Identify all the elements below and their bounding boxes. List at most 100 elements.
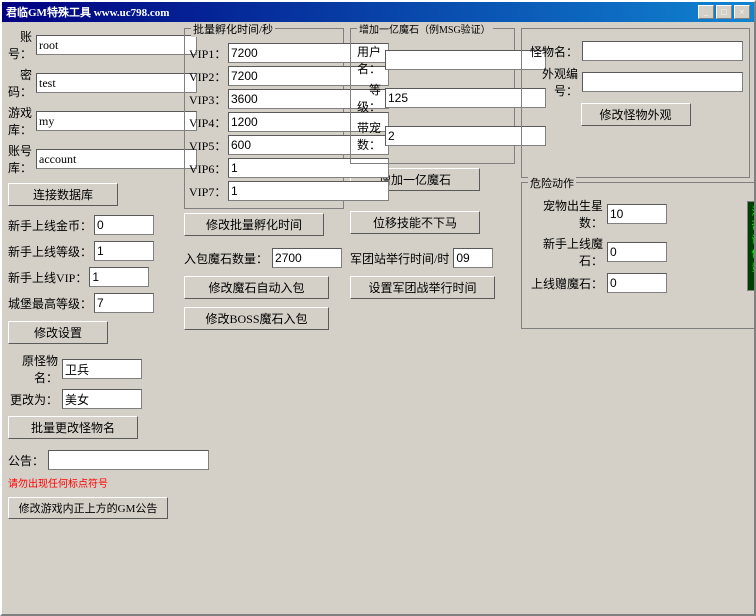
modify-announce-button[interactable]: 修改游戏内正上方的GM公告	[8, 497, 168, 519]
modify-settings-button[interactable]: 修改设置	[8, 321, 108, 344]
connect-button[interactable]: 连接数据库	[8, 183, 118, 206]
batch-monster-button[interactable]: 批量更改怪物名	[8, 416, 138, 439]
account-db-row: 账号库：	[8, 142, 178, 176]
max-castle-input[interactable]	[94, 293, 154, 313]
danger-group: 危险动作 宠物出生星数： 新手上线魔石： 上线赠魔石：	[521, 182, 754, 329]
monster-rename-section: 原怪物名： 更改为：	[8, 352, 178, 409]
change-to-input[interactable]	[62, 389, 142, 409]
account-db-input[interactable]	[36, 149, 197, 169]
right-middle-column: 增加一亿魔石（例MSG验证） 用户名： 等级： 带宠数： 增加一亿魔石 位移技能…	[350, 28, 515, 608]
army-time-label: 军团站举行时间/时	[350, 250, 449, 267]
game-db-label: 游戏库：	[8, 104, 32, 138]
window-controls: _ □ ×	[698, 5, 750, 19]
change-to-row: 更改为：	[8, 389, 178, 409]
middle-column: 批量孵化时间/秒 VIP1： VIP2： VIP3： VIP4：	[184, 28, 344, 608]
set-army-button[interactable]: 设置军团战举行时间	[350, 276, 495, 299]
hatch-group: 批量孵化时间/秒 VIP1： VIP2： VIP3： VIP4：	[184, 28, 344, 209]
title-bar: 君临GM特殊工具 www.uc798.com _ □ ×	[2, 2, 754, 22]
new-vip-label: 新手上线VIP：	[8, 269, 87, 286]
warning-box: 注意，修改以上设置前，请先使你的MSG是否发符合无限，MSG修改魔石是否需要验证…	[747, 201, 755, 291]
vip6-row: VIP6：	[189, 158, 339, 178]
new-vip-input[interactable]	[89, 267, 149, 287]
vip7-row: VIP7：	[189, 181, 339, 201]
magic-count-input[interactable]	[272, 248, 342, 268]
new-level-row: 新手上线等级：	[8, 241, 178, 261]
right-top-section: 怪物名： 外观编号： 修改怪物外观 广告 君临网络专业魔域私服一条龙，游戏架设服…	[521, 28, 754, 178]
left-column: 账号： 密码： 游戏库： 账号库： 连接数据库 新手上线金币： 新手上线等级	[8, 28, 178, 608]
vip4-row: VIP4：	[189, 112, 339, 132]
vip7-input[interactable]	[228, 181, 389, 201]
monster-name-field-label: 怪物名：	[528, 43, 578, 60]
danger-group-title: 危险动作	[528, 175, 576, 191]
vip1-row: VIP1：	[189, 43, 339, 63]
minimize-button[interactable]: _	[698, 5, 714, 19]
change-to-label: 更改为：	[8, 391, 58, 408]
am-username-label: 用户名：	[357, 43, 381, 77]
magic-count-label: 入包魔石数量：	[184, 250, 268, 267]
vip5-row: VIP5：	[189, 135, 339, 155]
add-magic-group: 增加一亿魔石（例MSG验证） 用户名： 等级： 带宠数：	[350, 28, 515, 164]
main-window: 君临GM特殊工具 www.uc798.com _ □ × 账号： 密码： 游戏库…	[0, 0, 756, 616]
new-level-input[interactable]	[94, 241, 154, 261]
game-db-row: 游戏库：	[8, 104, 178, 138]
announce-row: 公告：	[8, 450, 178, 470]
password-row: 密码：	[8, 66, 178, 100]
new-magic-label: 新手上线魔石：	[528, 235, 603, 269]
online-magic-row: 上线赠魔石：	[528, 273, 731, 293]
vip7-label: VIP7：	[189, 183, 224, 200]
modify-magic-button[interactable]: 修改魔石自动入包	[184, 276, 329, 299]
add-magic-group-title: 增加一亿魔石（例MSG验证）	[357, 22, 493, 36]
appearance-field-row: 外观编号：	[528, 65, 743, 99]
new-magic-row: 新手上线魔石：	[528, 235, 731, 269]
am-pet-row: 带宠数：	[357, 119, 508, 153]
vip3-row: VIP3：	[189, 89, 339, 109]
am-level-label: 等级：	[357, 81, 381, 115]
move-skill-button[interactable]: 位移技能不下马	[350, 211, 480, 234]
announce-warn: 请勿出现任何标点符号	[8, 475, 178, 490]
new-gold-row: 新手上线金币：	[8, 215, 178, 235]
max-castle-label: 城堡最高等级：	[8, 295, 92, 312]
game-db-input[interactable]	[36, 111, 197, 131]
new-level-label: 新手上线等级：	[8, 243, 92, 260]
new-gold-input[interactable]	[94, 215, 154, 235]
pet-star-input[interactable]	[607, 204, 667, 224]
vip2-row: VIP2：	[189, 66, 339, 86]
online-magic-input[interactable]	[607, 273, 667, 293]
new-magic-input[interactable]	[607, 242, 667, 262]
vip5-label: VIP5：	[189, 137, 224, 154]
vip4-label: VIP4：	[189, 114, 224, 131]
account-label: 账号：	[8, 28, 32, 62]
new-gold-label: 新手上线金币：	[8, 217, 92, 234]
account-row: 账号：	[8, 28, 178, 62]
window-title: 君临GM特殊工具 www.uc798.com	[6, 4, 169, 20]
modify-hatch-button[interactable]: 修改批量孵化时间	[184, 213, 324, 236]
original-monster-input[interactable]	[62, 359, 142, 379]
right-column: 怪物名： 外观编号： 修改怪物外观 广告 君临网络专业魔域私服一条龙，游戏架设服…	[521, 28, 754, 608]
army-time-input[interactable]	[453, 248, 493, 268]
main-content: 账号： 密码： 游戏库： 账号库： 连接数据库 新手上线金币： 新手上线等级	[2, 22, 754, 614]
modify-boss-button[interactable]: 修改BOSS魔石入包	[184, 307, 329, 330]
vip2-label: VIP2：	[189, 68, 224, 85]
vip3-label: VIP3：	[189, 91, 224, 108]
close-button[interactable]: ×	[734, 5, 750, 19]
original-monster-label: 原怪物名：	[8, 352, 58, 386]
pet-star-row: 宠物出生星数：	[528, 197, 731, 231]
announce-label: 公告：	[8, 452, 44, 469]
am-username-row: 用户名：	[357, 43, 508, 77]
hatch-group-title: 批量孵化时间/秒	[191, 22, 275, 37]
new-vip-row: 新手上线VIP：	[8, 267, 178, 287]
account-db-label: 账号库：	[8, 142, 32, 176]
appearance-field-input[interactable]	[582, 72, 743, 92]
online-magic-label: 上线赠魔石：	[528, 275, 603, 292]
magic-count-row: 入包魔石数量：	[184, 248, 344, 268]
army-time-row: 军团站举行时间/时	[350, 248, 515, 268]
vip6-label: VIP6：	[189, 160, 224, 177]
monster-name-field-row: 怪物名：	[528, 41, 743, 61]
modify-appearance-button[interactable]: 修改怪物外观	[581, 103, 691, 126]
monster-name-field-input[interactable]	[582, 41, 743, 61]
am-level-row: 等级：	[357, 81, 508, 115]
original-monster-row: 原怪物名：	[8, 352, 178, 386]
password-input[interactable]	[36, 73, 197, 93]
account-input[interactable]	[36, 35, 197, 55]
maximize-button[interactable]: □	[716, 5, 732, 19]
